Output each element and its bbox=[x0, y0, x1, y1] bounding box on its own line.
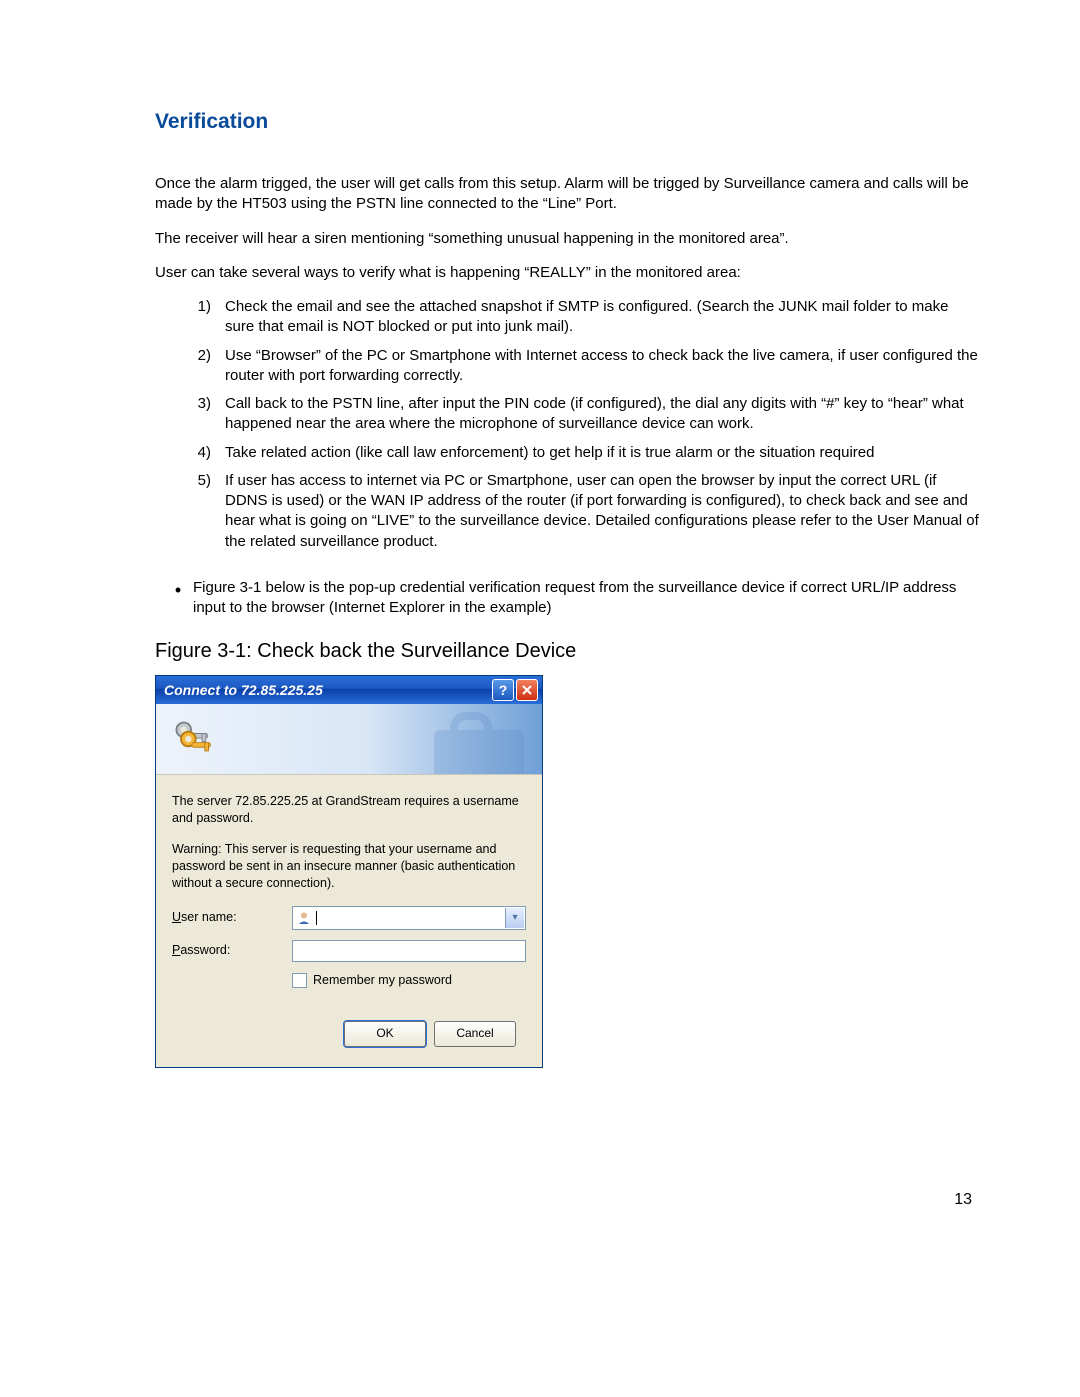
username-label: User name: bbox=[172, 909, 292, 926]
section-heading: Verification bbox=[155, 110, 980, 134]
figure-reference: • Figure 3-1 below is the pop-up credent… bbox=[155, 578, 980, 619]
remember-checkbox[interactable] bbox=[292, 973, 307, 988]
figure-caption: Figure 3-1: Check back the Surveillance … bbox=[155, 640, 980, 663]
list-item: 5)If user has access to internet via PC … bbox=[155, 471, 980, 552]
username-combobox[interactable]: ▾ bbox=[292, 906, 526, 930]
chevron-down-icon[interactable]: ▾ bbox=[505, 908, 524, 928]
dialog-message: The server 72.85.225.25 at GrandStream r… bbox=[172, 793, 526, 827]
dialog-warning: Warning: This server is requesting that … bbox=[172, 841, 526, 892]
help-button[interactable]: ? bbox=[492, 679, 514, 701]
auth-dialog: Connect to 72.85.225.25 ? bbox=[155, 675, 543, 1067]
password-label: Password: bbox=[172, 942, 292, 959]
lock-shadow-icon bbox=[424, 710, 534, 775]
close-icon bbox=[521, 684, 533, 696]
dialog-title: Connect to 72.85.225.25 bbox=[164, 682, 490, 698]
ok-button[interactable]: OK bbox=[344, 1021, 426, 1047]
close-button[interactable] bbox=[516, 679, 538, 701]
password-input[interactable] bbox=[292, 940, 526, 962]
page-number: 13 bbox=[954, 1191, 972, 1209]
paragraph: Once the alarm trigged, the user will ge… bbox=[155, 174, 980, 215]
user-icon bbox=[297, 911, 311, 925]
dialog-titlebar: Connect to 72.85.225.25 ? bbox=[156, 676, 542, 704]
list-item: 1)Check the email and see the attached s… bbox=[155, 297, 980, 338]
paragraph: The receiver will hear a siren mentionin… bbox=[155, 229, 980, 249]
dialog-banner bbox=[156, 704, 542, 775]
list-item: 3)Call back to the PSTN line, after inpu… bbox=[155, 394, 980, 435]
keys-icon bbox=[170, 717, 214, 761]
paragraph: User can take several ways to verify wha… bbox=[155, 263, 980, 283]
verification-steps-list: 1)Check the email and see the attached s… bbox=[155, 297, 980, 552]
bullet-icon: • bbox=[155, 578, 193, 619]
list-item: 2)Use “Browser” of the PC or Smartphone … bbox=[155, 346, 980, 387]
remember-label: Remember my password bbox=[313, 972, 452, 989]
list-item: 4)Take related action (like call law enf… bbox=[155, 443, 980, 463]
cancel-button[interactable]: Cancel bbox=[434, 1021, 516, 1047]
